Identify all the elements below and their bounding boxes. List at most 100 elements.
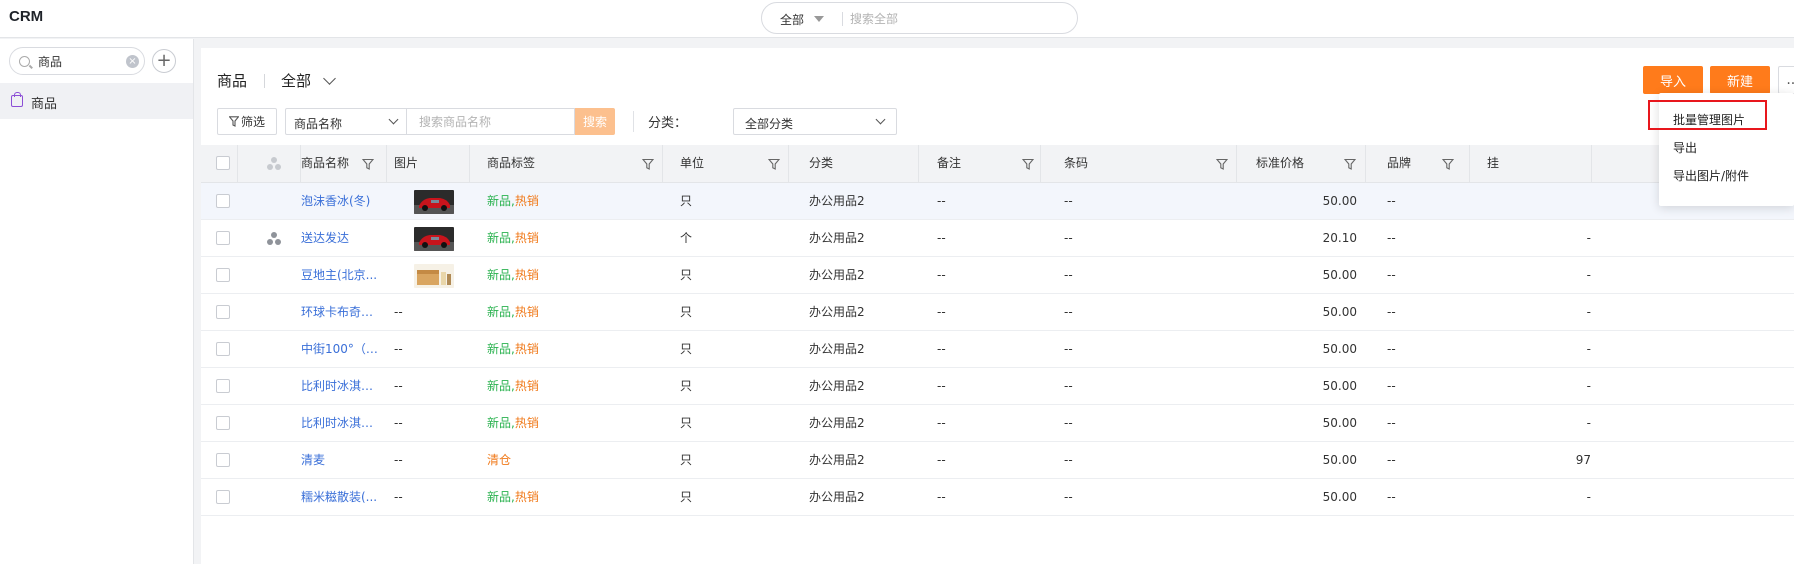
column-divider[interactable]	[1040, 145, 1041, 182]
column-divider[interactable]	[1236, 145, 1237, 182]
column-filter-icon[interactable]	[1216, 158, 1228, 170]
row-checkbox[interactable]	[216, 490, 230, 504]
column-filter-icon[interactable]	[1442, 158, 1454, 170]
column-header[interactable]: 条码	[1064, 145, 1214, 182]
brand-cell: --	[1387, 342, 1396, 356]
search-scope-select[interactable]: 全部	[780, 11, 804, 28]
tag-new: 新品,	[487, 490, 515, 504]
image-cell: --	[394, 453, 403, 467]
divider	[264, 74, 265, 88]
team-icon[interactable]	[267, 157, 281, 170]
row-checkbox[interactable]	[216, 416, 230, 430]
product-image[interactable]	[414, 264, 454, 288]
column-header[interactable]: 分类	[809, 145, 919, 182]
more-button[interactable]: ...	[1778, 66, 1794, 94]
caret-down-icon[interactable]	[814, 16, 824, 22]
row-checkbox[interactable]	[216, 231, 230, 245]
global-search[interactable]: 全部	[761, 2, 1078, 34]
column-divider[interactable]	[300, 145, 301, 182]
row-checkbox[interactable]	[216, 379, 230, 393]
clear-icon[interactable]: ×	[126, 55, 139, 68]
table-row[interactable]: 比利时冰淇淋... -- 新品,热销只办公用品2 -- -- 50.00 -- -	[201, 368, 1794, 405]
select-all-checkbox[interactable]	[216, 156, 230, 170]
product-name-link[interactable]: 糯米糍散装(...	[301, 479, 381, 515]
unit-cell: 只	[680, 342, 693, 356]
sidebar-item-products[interactable]: 商品	[0, 83, 193, 119]
product-image[interactable]	[414, 227, 454, 251]
import-button[interactable]: 导入	[1643, 66, 1703, 94]
table-row[interactable]: 环球卡布奇诺... -- 新品,热销只办公用品2 -- -- 50.00 -- -	[201, 294, 1794, 331]
row-checkbox[interactable]	[216, 453, 230, 467]
column-header[interactable]: 商品标签	[487, 145, 657, 182]
column-divider[interactable]	[469, 145, 470, 182]
filter-button[interactable]: 筛选	[217, 108, 277, 135]
product-name-link[interactable]: 豆地主(北京...	[301, 257, 381, 293]
column-divider[interactable]	[1365, 145, 1366, 182]
search-button[interactable]: 搜索	[575, 108, 615, 135]
extra-cell: -	[1586, 305, 1591, 319]
product-name-link[interactable]: 中街100°（巧...	[301, 331, 381, 367]
table-row[interactable]: 比利时冰淇淋... -- 新品,热销只办公用品2 -- -- 50.00 -- -	[201, 405, 1794, 442]
brand-cell: --	[1387, 379, 1396, 393]
table-row[interactable]: 豆地主(北京... 新品,热销只办公用品2 -- -- 50.00 -- -	[201, 257, 1794, 294]
column-divider[interactable]	[662, 145, 663, 182]
column-filter-icon[interactable]	[362, 158, 374, 170]
column-header[interactable]: 品牌	[1387, 145, 1447, 182]
category-cell: 办公用品2	[809, 194, 865, 208]
unit-cell: 个	[680, 231, 693, 245]
tag-new: 新品,	[487, 342, 515, 356]
table-row[interactable]: 糯米糍散装(... -- 新品,热销只办公用品2 -- -- 50.00 -- -	[201, 479, 1794, 516]
column-filter-icon[interactable]	[1022, 158, 1034, 170]
table-row[interactable]: 中街100°（巧... -- 新品,热销只办公用品2 -- -- 50.00 -- -	[201, 331, 1794, 368]
image-cell: --	[394, 490, 403, 504]
add-button[interactable]: +	[152, 49, 176, 73]
global-search-input[interactable]	[850, 9, 1060, 29]
keyword-search-input[interactable]	[407, 108, 575, 135]
remark-cell: --	[937, 268, 946, 282]
product-name-link[interactable]: 环球卡布奇诺...	[301, 294, 381, 330]
funnel-icon	[228, 116, 240, 127]
product-name-link[interactable]: 送达发达	[301, 220, 381, 256]
product-name-link[interactable]: 清麦	[301, 442, 381, 478]
image-cell: --	[394, 416, 403, 430]
team-icon[interactable]	[267, 232, 281, 245]
table-header: 商品名称 图片 商品标签 单位 分类 备注 条码 标准价格 品牌挂	[201, 145, 1794, 183]
product-name-link[interactable]: 比利时冰淇淋...	[301, 405, 381, 441]
search-field-select[interactable]: 商品名称	[285, 108, 407, 135]
category-select[interactable]: 全部分类	[733, 108, 897, 135]
row-checkbox[interactable]	[216, 305, 230, 319]
column-divider[interactable]	[386, 145, 387, 182]
column-header[interactable]: 图片	[394, 145, 464, 182]
row-checkbox[interactable]	[216, 268, 230, 282]
menu-item-export[interactable]: 导出	[1673, 139, 1697, 156]
column-divider[interactable]	[237, 145, 238, 182]
column-header[interactable]: 挂	[1487, 145, 1517, 182]
column-divider[interactable]	[1591, 145, 1592, 182]
chevron-down-icon[interactable]	[323, 72, 336, 85]
column-filter-icon[interactable]	[768, 158, 780, 170]
table-row[interactable]: 泡沫香冰(冬) 新品,热销 只 办公用品2 -- -- 50.00 --	[201, 183, 1794, 220]
category-value: 全部分类	[745, 117, 794, 131]
product-name-link[interactable]: 泡沫香冰(冬)	[301, 183, 381, 219]
row-checkbox[interactable]	[216, 194, 230, 208]
column-filter-icon[interactable]	[1344, 158, 1356, 170]
product-name-link[interactable]: 比利时冰淇淋...	[301, 368, 381, 404]
column-divider[interactable]	[1469, 145, 1470, 182]
column-header[interactable]: 标准价格	[1256, 145, 1346, 182]
row-checkbox[interactable]	[216, 342, 230, 356]
view-select[interactable]: 全部	[281, 70, 311, 91]
table-row[interactable]: 清麦 -- 清仓 只 办公用品2 -- -- 50.00 -- 97	[201, 442, 1794, 479]
new-button[interactable]: 新建	[1710, 66, 1770, 94]
column-filter-icon[interactable]	[642, 158, 654, 170]
sidebar-search-input[interactable]	[38, 53, 118, 69]
table-row[interactable]: 送达发达 新品,热销个办公用品2 -- -- 20.10 -- -	[201, 220, 1794, 257]
product-image[interactable]	[414, 190, 454, 214]
column-divider[interactable]	[788, 145, 789, 182]
remark-cell: --	[937, 305, 946, 319]
menu-item-export-images-attachments[interactable]: 导出图片/附件	[1673, 167, 1749, 184]
price-cell: 50.00	[1322, 490, 1357, 504]
column-divider[interactable]	[918, 145, 919, 182]
tag-cell: 新品,热销	[487, 183, 637, 219]
sidebar-search[interactable]: ×	[9, 47, 145, 75]
top-bar: CRM 全部	[0, 0, 1794, 38]
